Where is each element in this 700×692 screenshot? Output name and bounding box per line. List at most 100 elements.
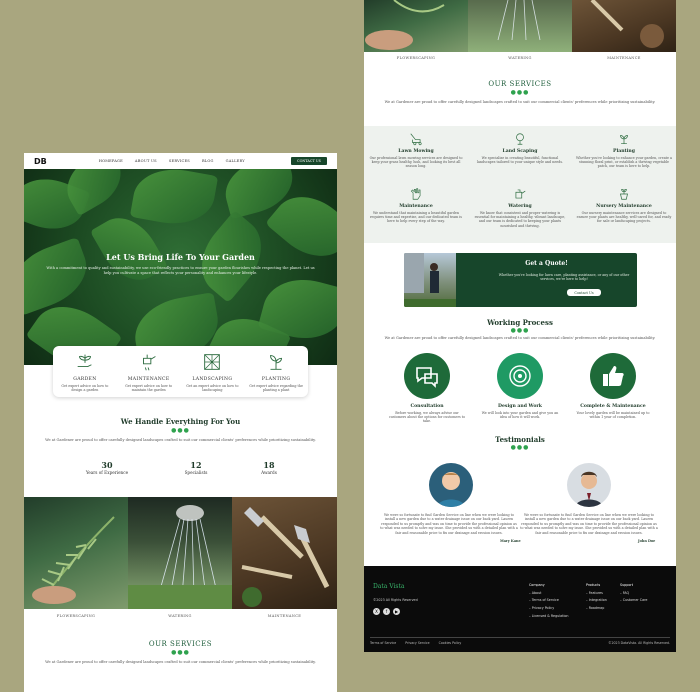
service-planting[interactable]: Planting Whether you're looking to enhan… [576, 132, 672, 169]
gallery-captions: FLOWERSCAPING WATERING MAINTENANCE [24, 614, 337, 618]
caption-maintenance: MAINTENANCE [607, 56, 641, 60]
service-name: Land Scaping [502, 149, 538, 154]
avatar [429, 463, 473, 507]
service-garden[interactable]: GARDEN Get expert advice on how to desig… [57, 351, 112, 397]
contact-us-button[interactable]: CONTACT US [291, 157, 327, 165]
site-footer: Data Vista ©2023 All Rights Reserved X f… [364, 566, 676, 652]
photo-maintenance[interactable] [232, 497, 337, 609]
service-lawn-mowing[interactable]: Lawn Mowing Our professional lawn mowing… [368, 132, 464, 169]
handle-title: We Handle Everything For You [120, 417, 241, 426]
glove-icon [410, 188, 421, 200]
service-desc: Whether you're looking to enhance your g… [576, 156, 672, 169]
nav-link-about[interactable]: ABOUT US [135, 159, 157, 163]
section-dots: ●●● [510, 444, 530, 451]
chat-icon [404, 353, 450, 399]
top-nav: DB HOMEPAGE ABOUT US SERVICES BLOG GALLE… [24, 153, 337, 169]
services-row-2: Maintenance We understand that maintaini… [364, 187, 676, 228]
service-name: Planting [613, 149, 635, 154]
process-title: Working Process [487, 318, 553, 327]
footer-link[interactable]: Licensed & Regulation [532, 614, 569, 618]
service-maintenance[interactable]: Maintenance We understand that maintaini… [368, 187, 464, 228]
landing-page-left: DB HOMEPAGE ABOUT US SERVICES BLOG GALLE… [24, 153, 337, 692]
step-desc: Your lovely garden will be maintained up… [576, 411, 650, 420]
x-icon[interactable]: X [373, 608, 380, 615]
seedling-icon [270, 355, 283, 370]
service-name: MAINTENANCE [127, 377, 170, 382]
service-desc: Our professional lawn mowing services ar… [369, 156, 463, 169]
nav-link-services[interactable]: SERVICES [169, 159, 190, 163]
process-step-complete: Complete & Maintenance Your lovely garde… [573, 353, 653, 419]
service-desc: Get an expert advice on how to landscapi… [186, 384, 239, 393]
quote-title: Get a Quote! [525, 260, 568, 267]
stat-specialists: 12 Specialists [161, 460, 231, 475]
facebook-icon[interactable]: f [383, 608, 390, 615]
photo-maintenance[interactable] [572, 0, 676, 52]
footer-bottom-link[interactable]: Terms of Service [370, 641, 396, 645]
footer-link[interactable]: Features [589, 591, 603, 595]
hero-title: Let Us Bring Life To Your Garden [106, 252, 255, 262]
step-name: Complete & Maintenance [580, 404, 646, 409]
our-services-desc: We at Gardener are proud to offer carefu… [384, 100, 656, 104]
caption-watering: WATERING [168, 614, 192, 618]
photo-watering[interactable] [468, 0, 572, 52]
process-step-design: Design and Work We will look into your g… [480, 353, 560, 419]
section-dots: ●●● [171, 649, 190, 656]
footer-bottom-link[interactable]: Privacy Service [405, 641, 429, 645]
section-dots: ●●● [510, 327, 530, 334]
service-watering[interactable]: Watering We know that consistent and pro… [472, 187, 568, 228]
youtube-icon[interactable]: ▶ [393, 608, 400, 615]
step-name: Consultation [410, 404, 444, 409]
testimonial-name: John Doe [638, 539, 656, 543]
stat-value: 12 [190, 460, 202, 470]
footer-link[interactable]: Privacy Policy [532, 606, 554, 610]
nav-link-home[interactable]: HOMEPAGE [99, 159, 123, 163]
footer-bottom-link[interactable]: Cookies Policy [439, 641, 462, 645]
social-links: X f ▶ [373, 608, 400, 615]
service-planting[interactable]: PLANTING Get expert advice regarding the… [249, 351, 304, 397]
target-icon [497, 353, 543, 399]
quote-desc: Whether you're looking for lawn care, pl… [498, 273, 630, 282]
service-desc: Get expert advice on how to design a gar… [61, 384, 109, 393]
photo-flowerscaping[interactable] [24, 497, 128, 609]
footer-link[interactable]: Terms of Service [532, 598, 559, 602]
our-services-desc: We at Gardener are proud to offer carefu… [45, 660, 316, 664]
footer-brand[interactable]: Data Vista [373, 583, 405, 590]
footer-link[interactable]: Integration [589, 598, 607, 602]
footer-bottom-copyright: ©2023 DataVista. All Rights Reserved. [608, 641, 670, 645]
service-desc: Get expert advice on how to maintain the… [125, 384, 173, 393]
quote-banner: Get a Quote! Whether you're looking for … [404, 253, 637, 307]
contact-us-quote-button[interactable]: Contact Us [567, 289, 601, 296]
mower-icon [410, 133, 422, 146]
caption-flowerscaping: FLOWERSCAPING [56, 614, 96, 618]
hero-subtitle: With a commitment to quality and sustain… [46, 266, 315, 275]
service-name: Maintenance [399, 204, 433, 209]
service-maintenance[interactable]: MAINTENANCE Get expert advice on how to … [121, 351, 176, 397]
stat-experience: 30 Years of Experience [72, 460, 142, 475]
service-nursery-maintenance[interactable]: Nursery Maintenance Our nursery maintena… [576, 187, 672, 228]
step-desc: Before working, we always advise our cus… [388, 411, 466, 424]
photo-watering[interactable] [128, 497, 232, 609]
gallery-photos [24, 497, 337, 609]
nav-link-blog[interactable]: BLOG [202, 159, 214, 163]
photo-flowerscaping[interactable] [364, 0, 468, 52]
service-land-scaping[interactable]: Land Scaping We specialize in creating b… [472, 132, 568, 169]
footer-heading: Company [529, 583, 545, 587]
tree-icon [516, 133, 524, 145]
handle-desc: We at Gardener are proud to offer carefu… [45, 438, 316, 442]
stat-label: Specialists [184, 470, 208, 475]
logo[interactable]: DB [34, 157, 47, 166]
footer-col-products: Products – Features – Integration – Road… [586, 583, 607, 611]
footer-link[interactable]: Roadmap [589, 606, 605, 610]
landing-page-right: FLOWERSCAPING WATERING MAINTENANCE OUR S… [364, 0, 676, 652]
service-name: PLANTING [261, 377, 291, 382]
footer-link[interactable]: Customer Care [623, 598, 648, 602]
stat-value: 30 [101, 460, 113, 470]
footer-link[interactable]: FAQ [623, 591, 629, 595]
service-landscaping[interactable]: LANDSCAPING Get an expert advice on how … [185, 351, 240, 397]
testimonial-name: Mary Kane [500, 539, 521, 543]
footer-bottom-bar: Terms of Service Privacy Service Cookies… [370, 637, 670, 645]
footer-link[interactable]: About [532, 591, 542, 595]
nav-link-gallery[interactable]: GALLERY [226, 159, 245, 163]
caption-maintenance: MAINTENANCE [267, 614, 302, 618]
service-desc: Get expert advice regarding the planting… [249, 384, 303, 393]
